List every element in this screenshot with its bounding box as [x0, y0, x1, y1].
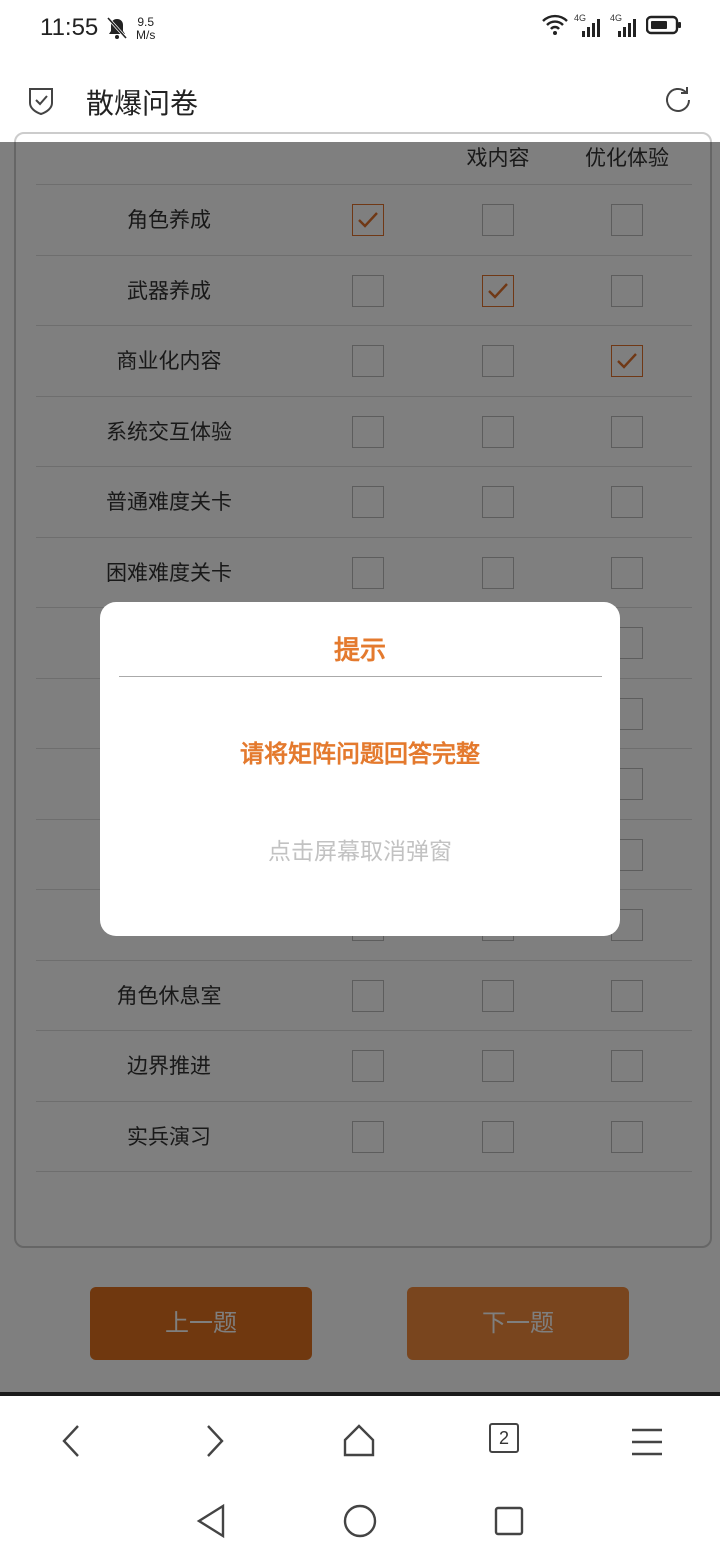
- refresh-icon[interactable]: [662, 84, 694, 120]
- status-bar: 11:55 9.5 M/s 4G 4G: [0, 0, 720, 60]
- alert-dialog: 提示 请将矩阵问题回答完整 点击屏幕取消弹窗: [100, 602, 620, 936]
- dialog-title: 提示: [333, 636, 386, 666]
- system-recents-icon[interactable]: [484, 1496, 534, 1546]
- dialog-dismiss-hint: 点击屏幕取消弹窗: [268, 839, 452, 865]
- status-icons: 4G 4G: [542, 13, 682, 40]
- battery-icon: [645, 14, 682, 40]
- speed-unit: M/s: [136, 28, 156, 42]
- network-speed: 9.5 M/s: [136, 16, 155, 42]
- browser-toolbar: 2: [0, 1392, 720, 1554]
- tabs-button[interactable]: 2: [489, 1423, 519, 1453]
- menu-icon[interactable]: [620, 1416, 680, 1466]
- signal-1-icon: 4G: [574, 13, 604, 38]
- app-header: 散爆问卷: [0, 60, 720, 142]
- page-title: 散爆问卷: [86, 87, 199, 120]
- signal-2-icon: 4G: [610, 13, 640, 38]
- home-icon[interactable]: [334, 1416, 394, 1466]
- system-back-icon[interactable]: [187, 1496, 237, 1546]
- status-time: 11:55: [40, 14, 99, 41]
- mute-bell-icon: [106, 16, 128, 44]
- forward-icon[interactable]: [190, 1416, 250, 1466]
- wifi-icon: [542, 14, 568, 40]
- system-home-icon[interactable]: [335, 1496, 385, 1546]
- dialog-divider: [119, 676, 602, 677]
- shield-check-icon[interactable]: [28, 86, 54, 120]
- back-icon[interactable]: [46, 1416, 106, 1466]
- dialog-message: 请将矩阵问题回答完整: [240, 740, 480, 768]
